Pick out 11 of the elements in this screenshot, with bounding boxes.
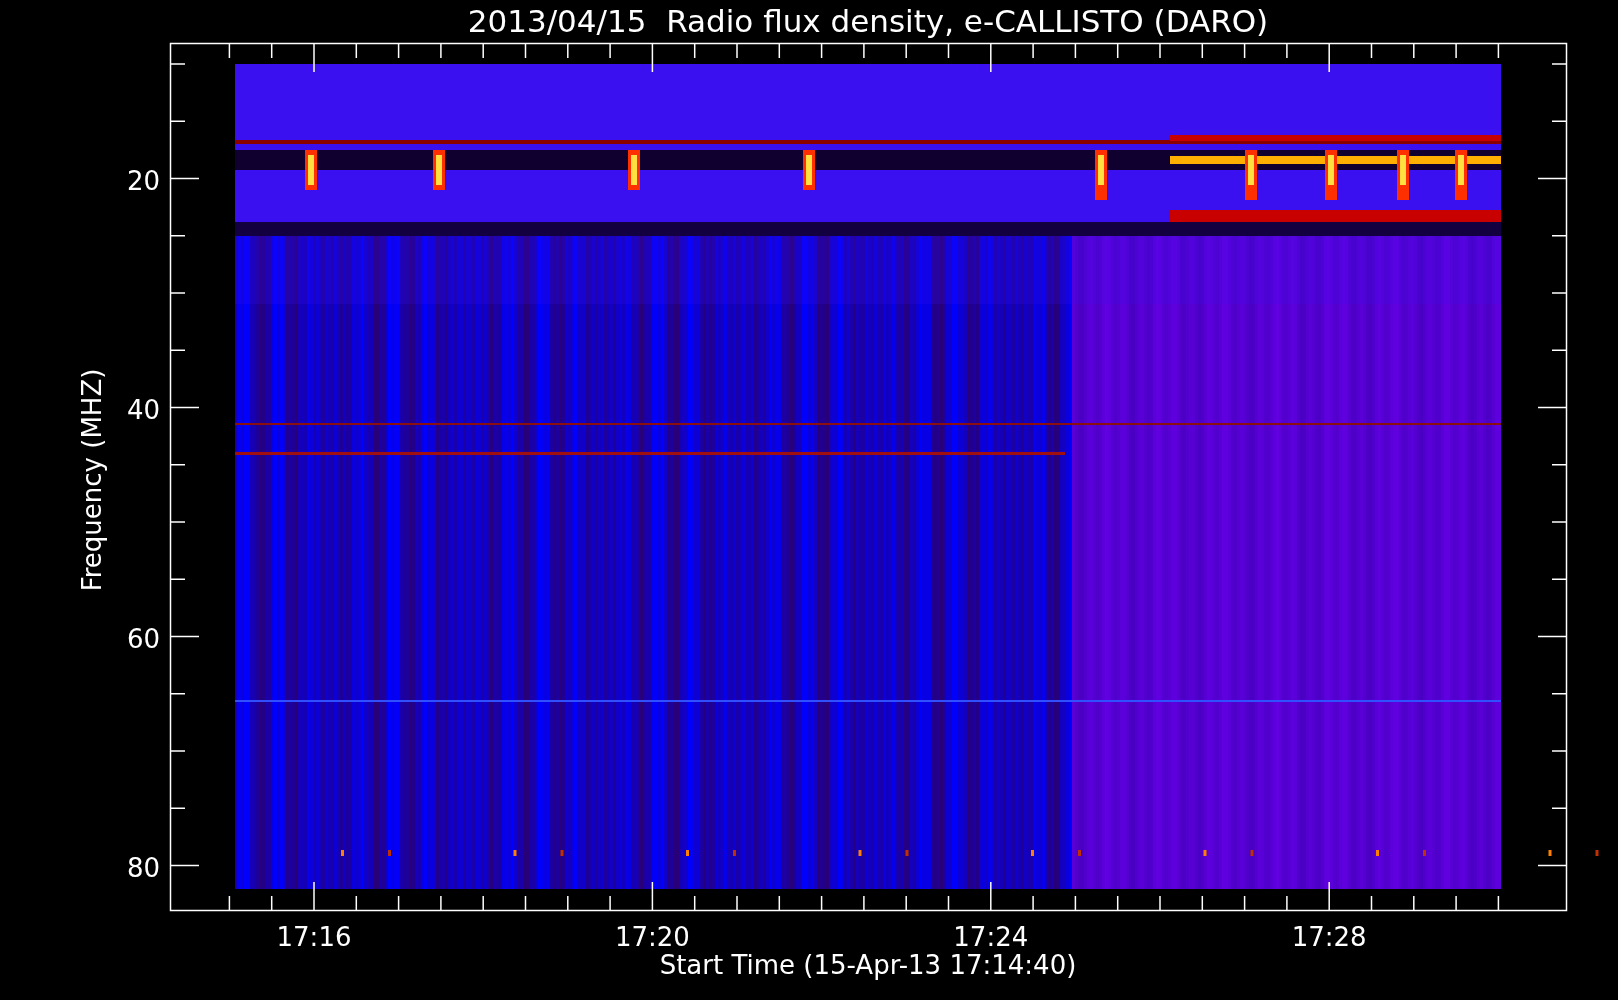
x-axis-label: Start Time (15-Apr-13 17:14:40) xyxy=(659,950,1077,980)
x-tick-label: 17:20 xyxy=(614,922,690,952)
x-tick-label: 17:24 xyxy=(953,922,1029,952)
chart-title: 2013/04/15 Radio flux density, e-CALLISTO (DARO) xyxy=(467,3,1269,39)
y-axis-label: Frequency (MHZ) xyxy=(77,368,107,592)
x-tick-label: 17:16 xyxy=(276,922,352,952)
x-tick-label: 17:28 xyxy=(1291,922,1367,952)
y-tick-label: 60 xyxy=(126,623,160,654)
y-tick-label: 20 xyxy=(126,165,160,196)
y-tick-label: 40 xyxy=(126,394,160,425)
y-tick-label: 80 xyxy=(126,852,160,883)
